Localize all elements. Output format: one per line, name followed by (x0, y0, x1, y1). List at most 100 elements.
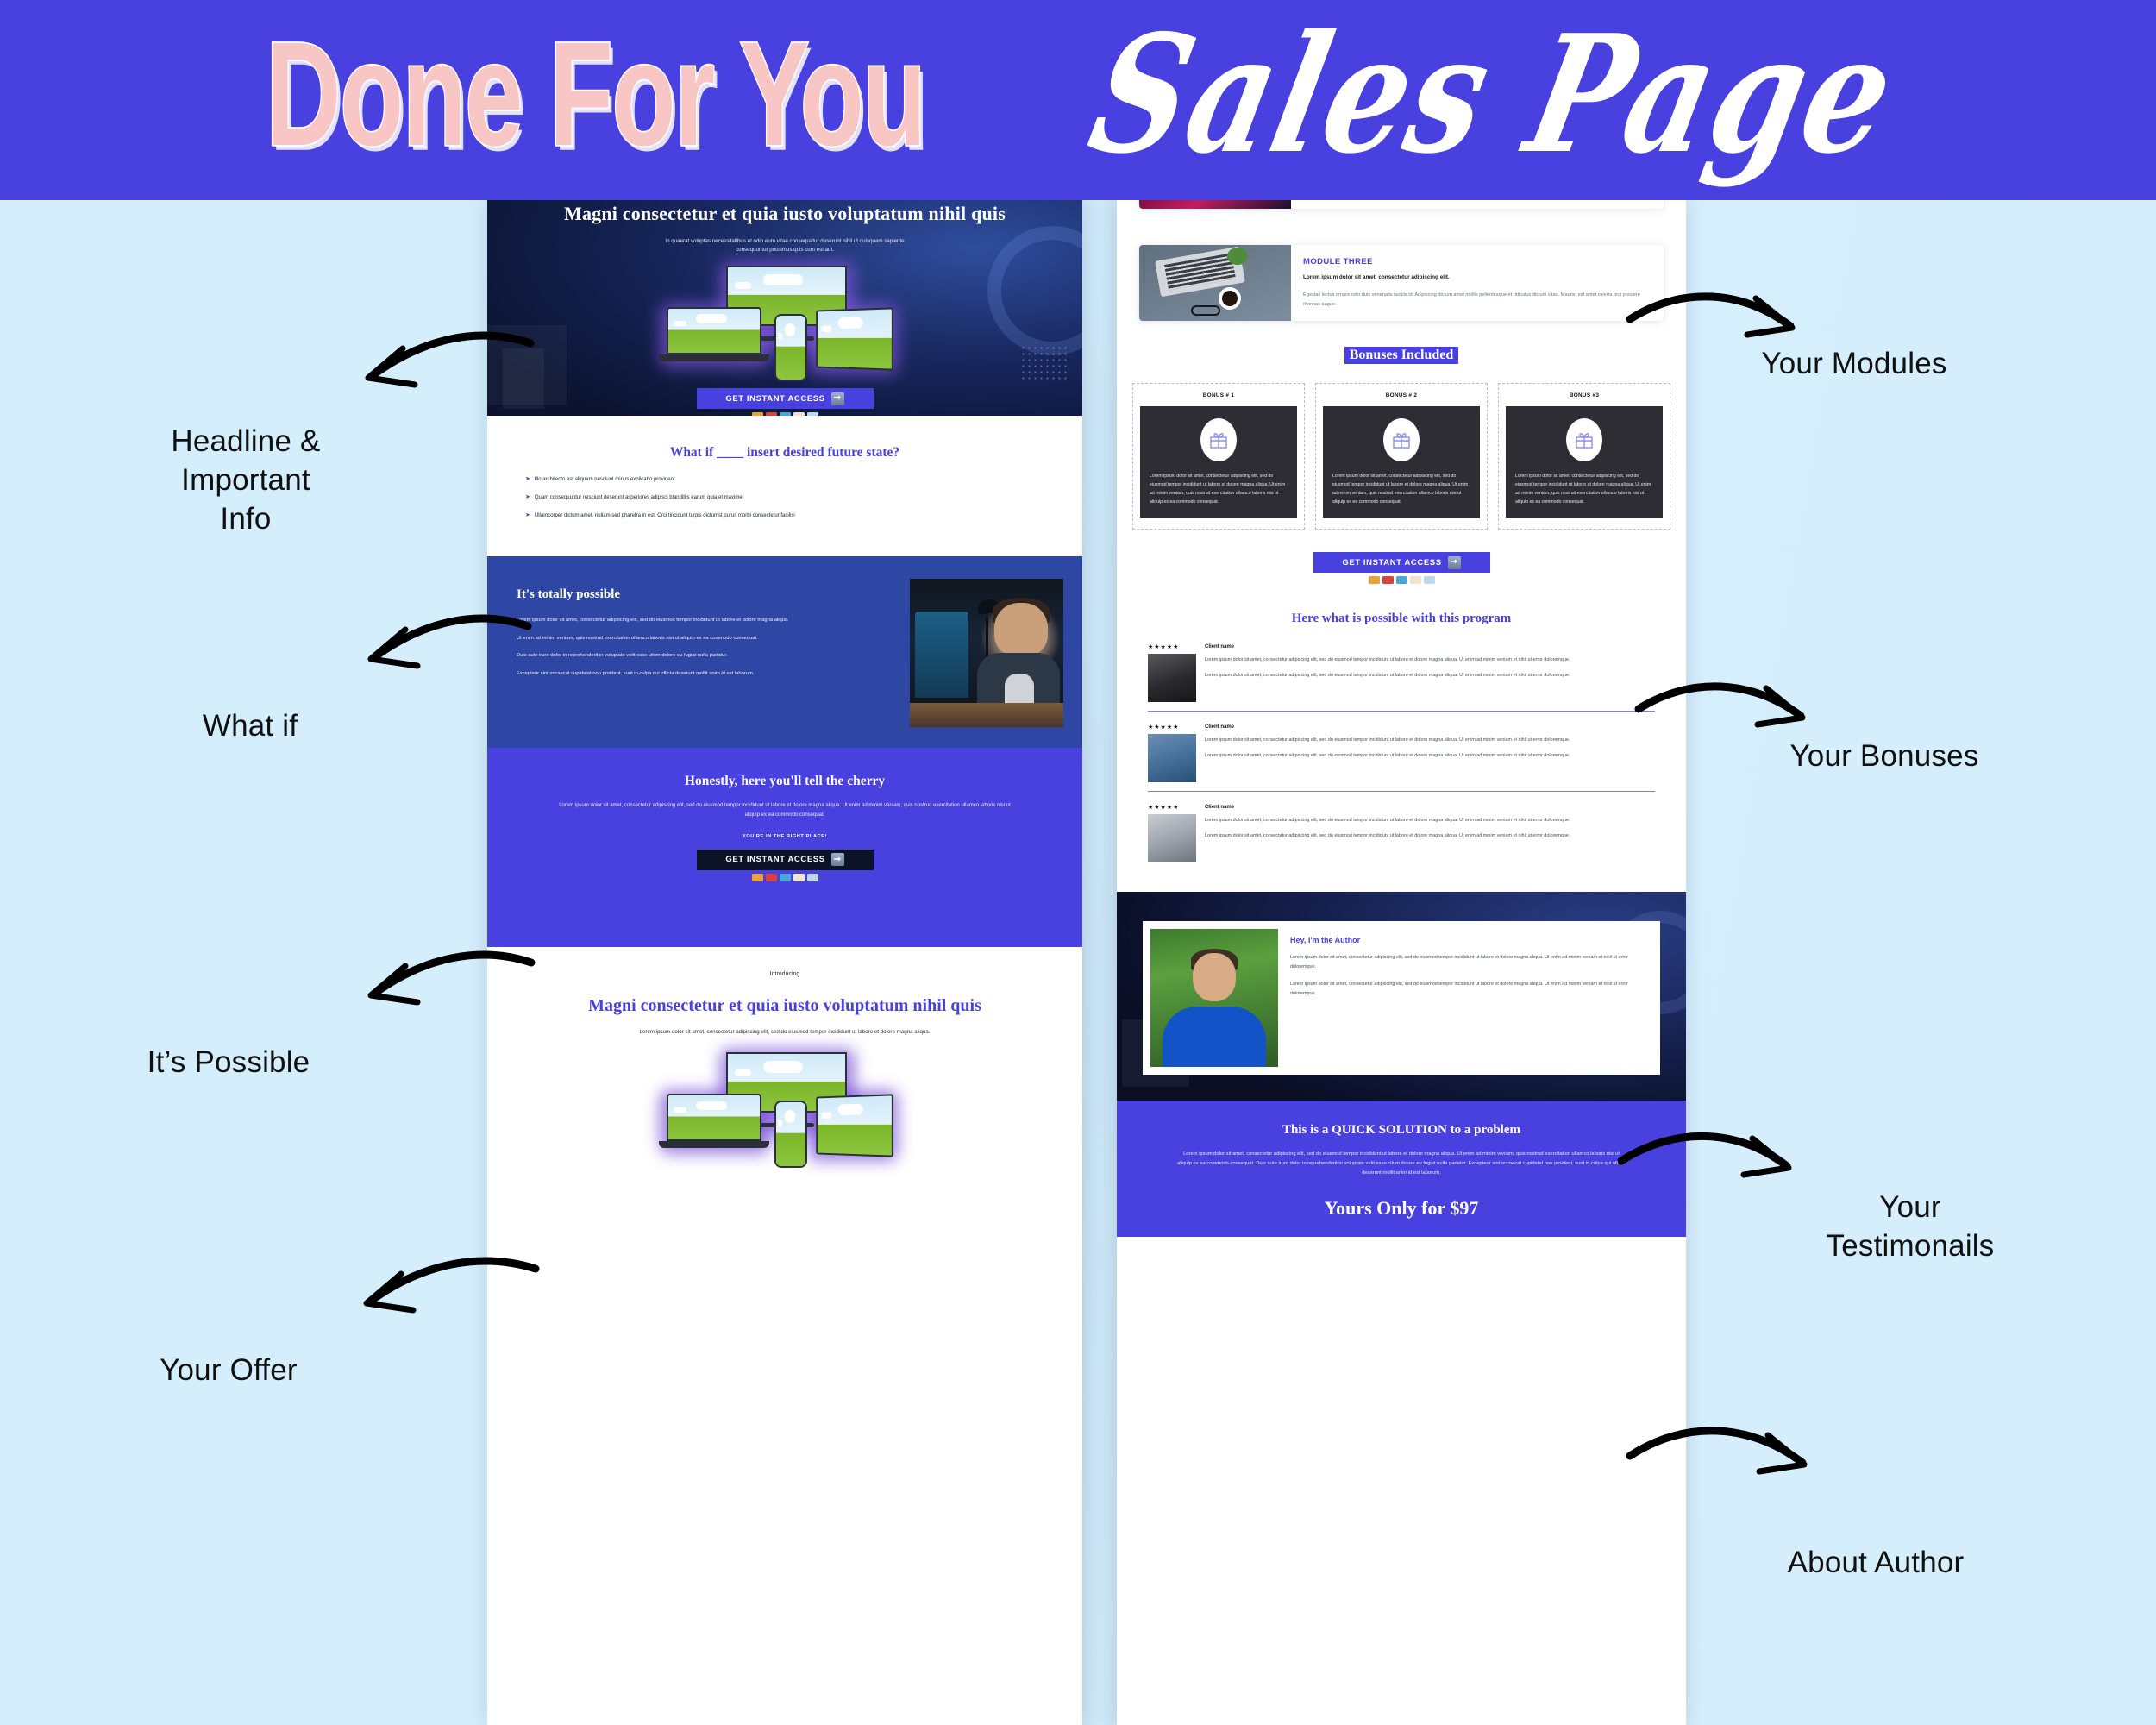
testimonial-item: ★★★★★ Client name Lorem ipsum dolor sit … (1148, 724, 1655, 793)
get-instant-access-button[interactable]: GET INSTANT ACCESS ➞ (696, 388, 874, 410)
check-icon: ➤ (525, 494, 530, 500)
bonuses-section: Bonuses Included BONUS # 1 Lorem ipsum d… (1117, 333, 1686, 593)
mastercard-icon (1382, 576, 1394, 585)
offer-paragraph: Lorem ipsum dolor sit amet, consectetur … (639, 1028, 931, 1035)
amex-icon (779, 412, 791, 416)
module-card[interactable]: MODULE THREE Lorem ipsum dolor sit amet,… (1139, 244, 1664, 321)
cherry-section: Honestly, here you'll tell the cherry Lo… (487, 748, 1082, 947)
discover-icon (793, 412, 805, 416)
annotation-arrow (345, 612, 535, 699)
module-thumbnail-image (1139, 200, 1291, 209)
tablet-mockup-icon (816, 1094, 894, 1158)
testimonial-item: ★★★★★ Client name Lorem ipsum dolor sit … (1148, 643, 1655, 712)
bullet-text: Ullamcorper dictum amet, nullam sed phar… (534, 513, 795, 518)
testimonial-text: Lorem ipsum dolor sit amet, consectetur … (1205, 818, 1570, 824)
possible-paragraph: Lorem ipsum dolor sit amet, consectetur … (517, 618, 789, 623)
testimonial-text: Lorem ipsum dolor sit amet, consectetur … (1205, 737, 1570, 743)
testimonial-text: Lorem ipsum dolor sit amet, consectetur … (1205, 672, 1570, 678)
hero-subtext: In quaerat voluptas necessitatibus et od… (665, 237, 905, 254)
gift-icon (1200, 417, 1237, 461)
cherry-heading: Honestly, here you'll tell the cherry (684, 774, 886, 788)
banner-title-script: Sales Page (1075, 0, 1911, 190)
hero-headline: Magni consectetur et quia iusto voluptat… (564, 203, 1006, 224)
mastercard-icon (765, 412, 777, 416)
gift-icon (1383, 417, 1420, 461)
get-instant-access-button[interactable]: GET INSTANT ACCESS ➞ (696, 849, 874, 870)
man-at-computer-photo (910, 579, 1063, 727)
star-rating-icon: ★★★★★ (1148, 644, 1180, 651)
get-instant-access-button[interactable]: GET INSTANT ACCESS ➞ (1313, 552, 1490, 574)
possible-paragraph: Excepteur sint occaecat cupidatat non pr… (517, 671, 755, 677)
payment-icons-row (1132, 576, 1670, 585)
annotation-arrow (345, 949, 539, 1035)
avatar (1148, 654, 1196, 703)
author-paragraph: Lorem ipsum dolor sit amet, consectetur … (1290, 955, 1628, 970)
discover-icon (1409, 576, 1421, 585)
sales-page-preview-right[interactable]: MODULE TWO Lorem ipsum dolor sit amet, c… (1117, 200, 1686, 1725)
arrow-right-icon: ➞ (1447, 555, 1461, 569)
paypal-icon (806, 412, 818, 416)
bonus-card[interactable]: BONUS # 2 Lorem ipsum dolor sit amet, co… (1315, 382, 1488, 530)
author-card: Hey, I'm the Author Lorem ipsum dolor si… (1143, 921, 1660, 1076)
mastercard-icon (765, 873, 777, 881)
testimonial-item: ★★★★★ Client name Lorem ipsum dolor sit … (1148, 804, 1655, 871)
tablet-mockup-icon (816, 307, 894, 372)
cherry-paragraph: Lorem ipsum dolor sit amet, consectetur … (559, 803, 1011, 818)
visa-icon (1368, 576, 1380, 585)
right-place-badge: YOU'RE IN THE RIGHT PLACE! (742, 833, 828, 839)
testimonials-section: Here what is possible with this program … (1117, 593, 1686, 892)
gift-icon (1566, 417, 1602, 461)
possible-paragraph: Duis aute irure dolor in reprehenderit i… (517, 653, 728, 659)
possible-paragraph: Ut enim ad minim veniam, quis nostrud ex… (517, 635, 758, 641)
possible-heading: It's totally possible (517, 587, 621, 601)
module-card[interactable]: MODULE TWO Lorem ipsum dolor sit amet, c… (1139, 200, 1664, 209)
paypal-icon (806, 873, 818, 881)
client-name: Client name (1205, 805, 1235, 811)
sales-page-preview-left[interactable]: Magni consectetur et quia iusto voluptat… (487, 200, 1082, 1725)
avatar (1148, 734, 1196, 783)
testimonials-heading: Here what is possible with this program (1291, 612, 1512, 626)
bullet-text: Illo architecto est aliquam nesciunt min… (534, 477, 675, 482)
banner-title-bold: Done For You (265, 10, 928, 179)
cta-label: GET INSTANT ACCESS (725, 393, 825, 404)
testimonial-text: Lorem ipsum dolor sit amet, consectetur … (1205, 832, 1570, 838)
annotation-arrow (341, 328, 539, 423)
bonus-card-grid: BONUS # 1 Lorem ipsum dolor sit amet, co… (1132, 382, 1670, 530)
device-mockup-group (659, 262, 910, 382)
modules-section: MODULE TWO Lorem ipsum dolor sit amet, c… (1117, 200, 1686, 321)
list-item: ➤ Ullamcorper dictum amet, nullam sed ph… (525, 512, 1044, 520)
discover-icon (793, 873, 805, 881)
testimonial-text: Lorem ipsum dolor sit amet, consectetur … (1205, 752, 1570, 758)
bonus-card[interactable]: BONUS # 1 Lorem ipsum dolor sit amet, co… (1132, 382, 1305, 530)
visa-icon (751, 873, 763, 881)
annotation-bonuses: Your Bonuses (1789, 739, 1979, 773)
bonus-text: Lorem ipsum dolor sit amet, consectetur … (1332, 473, 1469, 505)
its-possible-section: It's totally possible Lorem ipsum dolor … (487, 556, 1082, 748)
annotation-testimonials: Your Testimonails (1826, 1190, 1995, 1263)
introducing-kicker: Introducing (769, 970, 800, 977)
client-name: Client name (1205, 724, 1235, 731)
quick-solution-paragraph: Lorem ipsum dolor sit amet, consectetur … (1177, 1151, 1626, 1176)
check-icon: ➤ (525, 476, 530, 482)
list-item: ➤ Illo architecto est aliquam nesciunt m… (525, 476, 1044, 484)
client-name: Client name (1205, 644, 1235, 650)
bonus-text: Lorem ipsum dolor sit amet, consectetur … (1150, 473, 1286, 505)
price-line: Yours Only for $97 (1324, 1197, 1479, 1220)
what-if-bullet-list: ➤ Illo architecto est aliquam nesciunt m… (525, 476, 1044, 520)
module-lead: Lorem ipsum dolor sit amet, consectetur … (1303, 273, 1450, 280)
author-section: Hey, I'm the Author Lorem ipsum dolor si… (1117, 892, 1686, 1101)
annotation-possible: It’s Possible (147, 1045, 310, 1079)
author-paragraph: Lorem ipsum dolor sit amet, consectetur … (1290, 982, 1628, 996)
bonus-name: BONUS # 1 (1202, 392, 1235, 398)
annotation-author: About Author (1787, 1546, 1965, 1579)
author-photo (1150, 929, 1278, 1068)
quick-solution-section: This is a QUICK SOLUTION to a problem Lo… (1117, 1101, 1686, 1238)
annotation-whatif: What if (202, 709, 298, 743)
introducing-section: Introducing Magni consectetur et quia iu… (487, 946, 1082, 1169)
bonus-card[interactable]: BONUS #3 Lorem ipsum dolor sit amet, con… (1498, 382, 1670, 530)
ring-decoration-icon (987, 226, 1082, 355)
paypal-icon (1423, 576, 1435, 585)
bonus-text: Lorem ipsum dolor sit amet, consectetur … (1515, 473, 1651, 505)
annotation-modules: Your Modules (1761, 347, 1947, 380)
module-description: Egestas lectus ornare odio duis venenati… (1303, 292, 1640, 307)
